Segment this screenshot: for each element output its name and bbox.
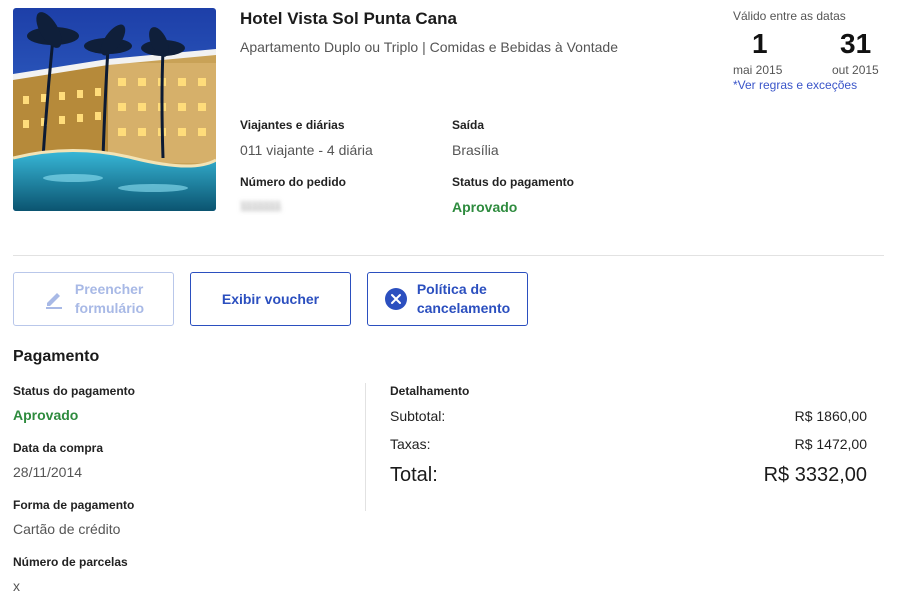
payment-status-value-2: Aprovado — [13, 407, 79, 423]
payment-method-value: Cartão de crédito — [13, 521, 121, 537]
purchase-date-value: 28/11/2014 — [13, 464, 83, 480]
subtotal-label: Subtotal: — [390, 408, 446, 424]
pencil-icon — [43, 288, 65, 310]
validity-end-month: out 2015 — [832, 63, 879, 77]
departure-label: Saída — [452, 118, 485, 132]
purchase-date-label: Data da compra — [13, 441, 104, 455]
total-value: R$ 3332,00 — [763, 464, 867, 486]
order-number-label: Número do pedido — [240, 175, 346, 189]
total-label: Total: — [390, 464, 438, 486]
validity-start-month: mai 2015 — [733, 63, 783, 77]
show-voucher-label: Exibir voucher — [221, 291, 320, 307]
breakdown-title: Detalhamento — [390, 384, 470, 398]
rules-link[interactable]: *Ver regras e exceções — [733, 78, 857, 92]
cancellation-policy-button[interactable]: Política de cancelamento — [367, 272, 528, 326]
taxes-label: Taxas: — [390, 436, 431, 452]
installments-value: x — [13, 578, 20, 594]
validity-end-day: 31 — [840, 28, 872, 59]
hotel-name: Hotel Vista Sol Punta Cana — [240, 9, 457, 28]
hotel-photo — [13, 8, 216, 211]
order-number-value: 1111111 — [240, 199, 282, 213]
travelers-label: Viajantes e diárias — [240, 118, 345, 132]
subtotal-value: R$ 1860,00 — [794, 408, 867, 424]
payment-status-label-2: Status do pagamento — [13, 384, 136, 398]
show-voucher-button[interactable]: Exibir voucher — [190, 272, 351, 326]
payment-status-label: Status do pagamento — [452, 175, 575, 189]
travelers-value: 011 viajante - 4 diária — [240, 142, 373, 158]
validity-caption: Válido entre as datas — [733, 9, 846, 23]
column-divider — [365, 383, 366, 511]
payment-status-value: Aprovado — [452, 199, 518, 215]
divider — [13, 255, 884, 256]
installments-label: Número de parcelas — [13, 555, 128, 569]
payment-method-label: Forma de pagamento — [13, 498, 135, 512]
payment-title: Pagamento — [13, 348, 100, 365]
validity-start-day: 1 — [752, 28, 768, 59]
fill-form-label: Preencher formulário — [74, 281, 145, 316]
cancellation-policy-label: Política de cancelamento — [416, 281, 511, 316]
departure-value: Brasília — [452, 142, 499, 158]
close-circle-icon — [384, 288, 407, 310]
hotel-description: Apartamento Duplo ou Triplo | Comidas e … — [240, 39, 618, 55]
taxes-value: R$ 1472,00 — [794, 436, 867, 452]
fill-form-button[interactable]: Preencher formulário — [13, 272, 174, 326]
